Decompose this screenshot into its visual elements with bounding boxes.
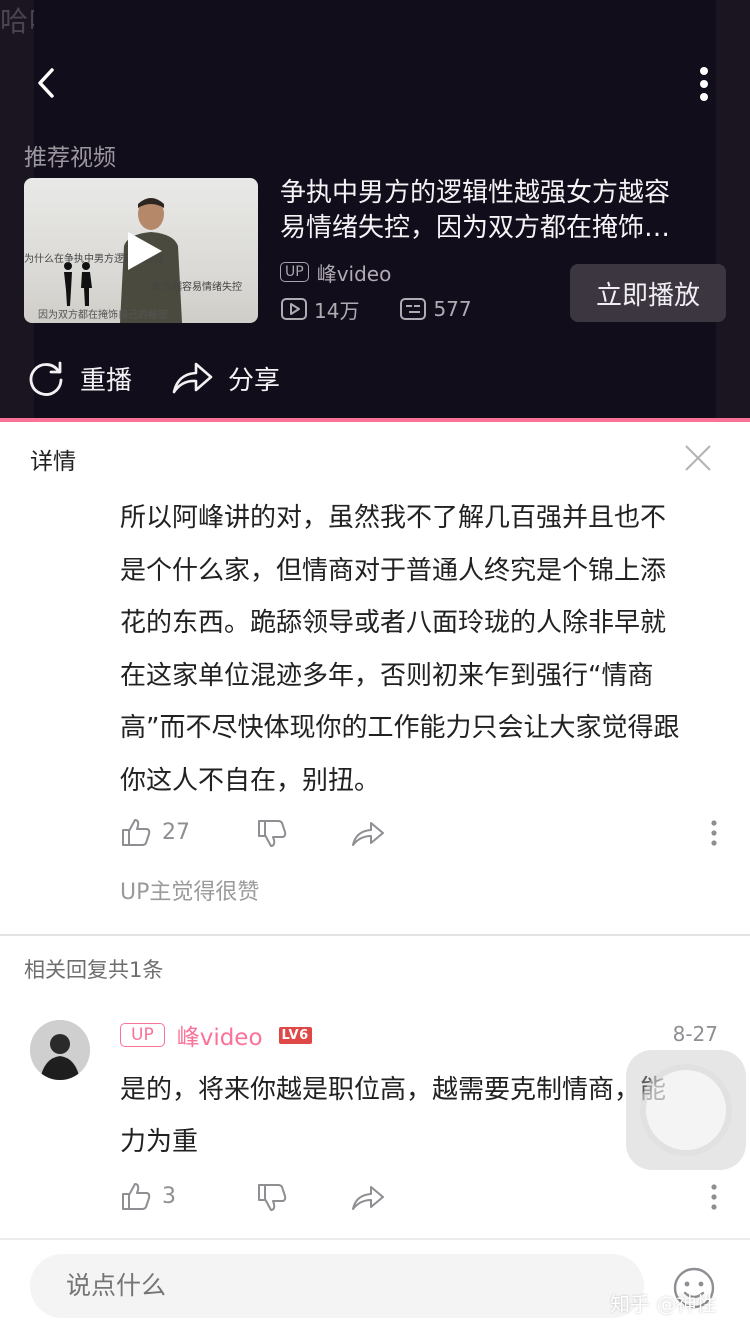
divider [0,934,750,936]
reply-actions: 3 [120,1180,726,1220]
danmaku-count: 577 [433,297,472,321]
silhouette-couple-icon [64,262,92,306]
replay-button[interactable]: 重播 [26,356,132,400]
comment-line: 花的东西。跪舔领导或者八面玲珑的人除非早就 [120,608,667,638]
avatar[interactable] [30,1020,90,1080]
video-stats: 14万 577 [280,294,472,324]
up-badge: UP [280,262,309,282]
thumbnail-caption: 因为双方都在掩饰自己的秘密 [38,310,168,321]
title-line: 争执中男方的逻辑性越强女方越容 [280,178,671,208]
share-icon [352,1186,384,1210]
back-button[interactable] [28,58,72,108]
uploader-info: UP 峰video [280,258,391,286]
replay-icon [29,361,63,396]
thumbs-up-icon [122,819,151,846]
thumbnail-caption: 女方越容易情绪失控 [152,282,242,293]
avatar-image [30,1020,90,1080]
detail-title: 详情 [30,449,76,475]
play-icon [128,232,162,270]
floating-assistive-button[interactable] [626,1050,746,1170]
recommended-label: 推荐视频 [24,145,116,171]
reply-more-button[interactable] [706,1182,722,1218]
reply-header: UP 峰video LV6 [120,1018,312,1052]
danmaku-icon [400,298,427,320]
play-now-button[interactable]: 立即播放 [570,264,726,322]
reply-date: 8-27 [672,1022,718,1046]
recommended-video-title[interactable]: 争执中男方的逻辑性越强女方越容 易情绪失控，因为双方都在掩饰… [280,176,720,246]
comment-actions: 27 [120,816,726,856]
level-badge: LV6 [278,1026,312,1044]
comment-line: 你这人不自在，别扭。 [120,765,381,796]
comment-input[interactable] [30,1254,644,1318]
comment-line: 所以阿峰讲的对，虽然我不了解几百强并且也不 [120,503,667,533]
view-count: 14万 [314,298,360,323]
video-thumbnail[interactable]: 为什么在争执中男方逻辑性越强 女方越容易情绪失控 因为双方都在掩饰自己的秘密 [24,178,258,323]
uploader-name: 峰video [316,261,392,286]
comment-line: 在这家单位混迹多年，否则初来乍到强行“情商 [120,660,654,691]
close-icon [685,445,711,471]
vertical-dots-icon [711,1184,717,1210]
dislike-button[interactable] [256,1182,288,1218]
thumbs-down-icon [258,820,287,847]
share-reply-button[interactable] [350,1182,386,1218]
comment-line: 是个什么家，但情商对于普通人终究是个锦上添 [120,555,667,586]
comment-text: 所以阿峰讲的对，虽然我不了解几百强并且也不 是个什么家，但情商对于普通人终究是个… [120,492,726,807]
divider [0,1238,750,1240]
chevron-left-icon [38,68,54,98]
like-button[interactable]: 27 [120,816,190,848]
thumbs-up-icon [122,1183,151,1210]
title-line: 易情绪失控，因为双方都在掩饰… [280,213,671,243]
share-icon [172,362,213,394]
vertical-dots-icon [711,820,717,846]
comment-more-button[interactable] [706,818,722,854]
reply-author-name[interactable]: 峰video [177,1018,263,1052]
share-comment-button[interactable] [350,818,386,854]
vertical-dots-icon [700,67,708,101]
up-liked-label: UP主觉得很赞 [120,880,260,905]
like-count: 3 [162,1183,176,1209]
thumbs-down-icon [258,1184,287,1211]
like-button[interactable]: 3 [120,1180,176,1212]
like-count: 27 [162,819,190,845]
assistive-ring [646,1070,726,1150]
video-player: 哈哈哈哈 推荐视频 为什么在争执中男方逻辑性越强 女方越容易情绪失控 因为双方都… [0,0,750,420]
play-count-icon [281,298,307,320]
share-label: 分享 [228,365,281,396]
share-button[interactable]: 分享 [170,356,280,400]
progress-divider [0,418,750,422]
replay-label: 重播 [80,365,133,396]
close-button[interactable] [682,442,714,474]
comment-line: 高”而不尽快体现你的工作能力只会让大家觉得跟 [120,713,680,743]
up-badge: UP [120,1023,165,1047]
share-icon [352,822,384,846]
watermark: 知乎 @神性 [610,1292,717,1316]
related-replies-count: 相关回复共1条 [24,958,164,982]
dislike-button[interactable] [256,818,288,854]
more-options-button[interactable] [684,62,724,106]
